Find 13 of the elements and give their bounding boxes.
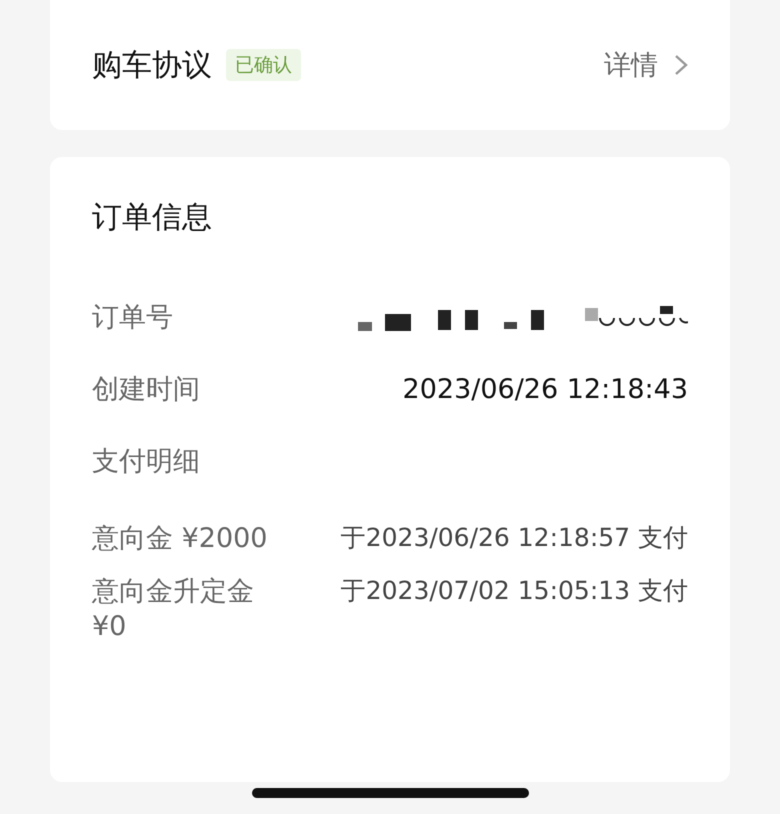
- agreement-title: 购车协议: [92, 46, 212, 84]
- field-label: 订单号: [92, 301, 173, 335]
- field-label: 创建时间: [92, 373, 200, 407]
- payment-time: 于2023/07/02 15:05:13 支付: [340, 575, 688, 608]
- order-title: 订单信息: [92, 199, 213, 237]
- field-value: 2023/06/26 12:18:43: [402, 374, 688, 404]
- status-badge: 已确认: [226, 49, 301, 81]
- payment-time: 于2023/06/26 12:18:57 支付: [340, 522, 688, 554]
- details-link[interactable]: 详情: [604, 47, 658, 83]
- chevron-right-icon: [674, 54, 688, 76]
- payment-details-label: 支付明细: [92, 445, 200, 479]
- payment-label: 意向金 ¥2000: [92, 522, 268, 556]
- payment-label: 意向金升定金 ¥0: [92, 575, 255, 644]
